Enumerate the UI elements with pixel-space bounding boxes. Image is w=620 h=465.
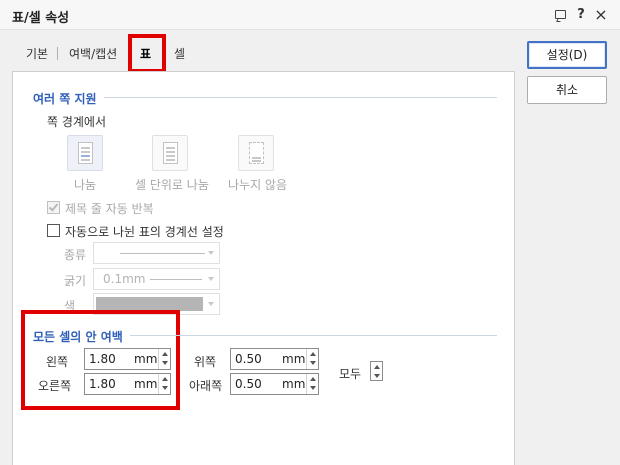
stepper-buttons[interactable] — [306, 349, 318, 369]
stepper-buttons[interactable] — [158, 374, 170, 394]
color-swatch — [96, 297, 203, 311]
tab-separator — [57, 47, 58, 60]
multipage-section-title: 여러 쪽 지원 — [33, 92, 97, 106]
repeat-title-label: 제목 줄 자동 반복 — [65, 202, 154, 216]
tab-cell[interactable]: 셀 — [174, 45, 185, 62]
tab-basic[interactable]: 기본 — [26, 45, 48, 62]
right-margin-label: 오른쪽 — [38, 379, 72, 393]
stepper-buttons[interactable] — [306, 374, 318, 394]
cell-split-icon — [163, 142, 178, 164]
stepper-buttons[interactable] — [158, 349, 170, 369]
top-margin-value: 0.50 — [235, 352, 262, 366]
line-thickness-dropdown[interactable]: 0.1mm — [93, 268, 220, 290]
unit-label: mm — [134, 352, 158, 366]
repeat-title-checkbox[interactable] — [47, 201, 60, 214]
right-margin-spinner[interactable]: 1.80 mm — [84, 373, 171, 395]
no-split-option-button[interactable] — [238, 135, 274, 171]
split-option-button[interactable] — [67, 135, 103, 171]
section-divider — [104, 97, 497, 98]
help-icon[interactable]: ? — [572, 6, 590, 24]
right-margin-value: 1.80 — [89, 377, 116, 391]
bottom-margin-label: 아래쪽 — [189, 379, 223, 393]
left-margin-spinner[interactable]: 1.80 mm — [84, 348, 171, 370]
no-split-icon — [249, 142, 264, 164]
left-margin-label: 왼쪽 — [46, 355, 69, 369]
title-bar: 표/셀 속성 ? × — [0, 0, 620, 30]
line-thickness-value: 0.1mm — [103, 272, 146, 286]
line-type-dropdown[interactable] — [93, 242, 220, 264]
unit-label: mm — [282, 377, 306, 391]
line-thickness-label: 굵기 — [64, 274, 87, 288]
bottom-margin-spinner[interactable]: 0.50 mm — [230, 373, 319, 395]
chat-icon[interactable] — [552, 6, 570, 24]
ok-button[interactable]: 설정(D) — [527, 41, 607, 69]
tab-margin-caption[interactable]: 여백/캡션 — [69, 45, 117, 62]
dialog-title: 표/셀 속성 — [12, 11, 70, 26]
bottom-margin-value: 0.50 — [235, 377, 262, 391]
left-margin-value: 1.80 — [89, 352, 116, 366]
auto-border-label: 자동으로 나뉜 표의 경계선 설정 — [65, 225, 224, 239]
top-margin-label: 위쪽 — [194, 355, 217, 369]
margins-section-title: 모든 셀의 안 여백 — [33, 330, 123, 344]
cell-split-option-button[interactable] — [152, 135, 188, 171]
unit-label: mm — [134, 377, 158, 391]
all-margins-stepper[interactable] — [370, 361, 383, 381]
no-split-option-label: 나누지 않음 — [228, 178, 288, 192]
unit-label: mm — [282, 352, 306, 366]
cell-split-option-label: 셀 단위로 나눔 — [135, 178, 209, 192]
top-margin-spinner[interactable]: 0.50 mm — [230, 348, 319, 370]
close-icon[interactable]: × — [592, 6, 610, 24]
split-option-label: 나눔 — [74, 178, 97, 192]
line-type-label: 종류 — [64, 248, 87, 262]
split-icon — [78, 142, 93, 164]
auto-border-checkbox[interactable] — [47, 224, 60, 237]
chevron-down-icon — [208, 277, 214, 281]
tab-table[interactable]: 표 — [140, 45, 151, 62]
chevron-down-icon — [208, 251, 214, 255]
page-border-label: 쪽 경계에서 — [47, 115, 107, 129]
chevron-down-icon — [208, 302, 214, 306]
section-divider — [130, 335, 497, 336]
all-margins-label: 모두 — [339, 367, 362, 381]
check-icon — [48, 201, 59, 212]
cancel-button[interactable]: 취소 — [527, 76, 607, 104]
